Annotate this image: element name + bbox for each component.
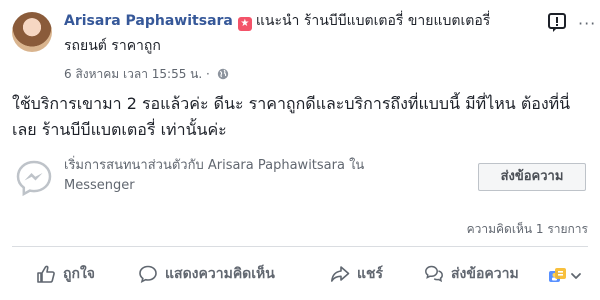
post-meta: 6 สิงหาคม เวลา 15:55 น. · xyxy=(64,66,229,82)
send-message-action[interactable]: ส่งข้อความ xyxy=(424,258,519,290)
share-label: แชร์ xyxy=(357,266,384,282)
globe-icon[interactable] xyxy=(217,68,229,80)
recommend-star-icon: ★ xyxy=(237,17,252,31)
action-bar: ถูกใจ แสดงความคิดเห็น แชร์ ส่งข้อความ xyxy=(12,258,588,290)
author-avatar[interactable] xyxy=(12,12,52,52)
comment-count-link[interactable]: ความคิดเห็น 1 รายการ xyxy=(467,221,588,237)
messenger-prompt-line: เริ่มการสนทนาส่วนตัวกับ Arisara Paphawit… xyxy=(64,158,365,173)
post-body: ใช้บริการเขามา 2 รอแล้วค่ะ ดีนะ ราคาถูกด… xyxy=(12,91,592,143)
message-label: ส่งข้อความ xyxy=(451,266,519,282)
meta-separator: · xyxy=(206,67,210,81)
post-header: Arisara Paphawitsara ★ แนะนำ ร้านบีบีแบตเต… xyxy=(64,11,544,31)
recommendation-post: Arisara Paphawitsara ★ แนะนำ ร้านบีบีแบตเต… xyxy=(0,0,600,300)
audience-selector-icon[interactable] xyxy=(548,266,584,286)
messenger-prompt: เริ่มการสนทนาส่วนตัวกับ Arisara Paphawit… xyxy=(12,150,588,210)
page-name-continuation[interactable]: รถยนต์ ราคาถูก xyxy=(64,36,161,56)
author-name-link[interactable]: Arisara Paphawitsara xyxy=(64,13,233,29)
like-label: ถูกใจ xyxy=(63,266,95,282)
divider xyxy=(12,246,588,247)
more-options-icon[interactable]: ··· xyxy=(578,16,596,32)
message-icon xyxy=(425,265,443,283)
messenger-prompt-text: เริ่มการสนทนาส่วนตัวกับ Arisara Paphawit… xyxy=(64,156,424,196)
share-arrow-icon xyxy=(331,266,350,282)
post-body-line: ใช้บริการเขามา 2 รอแล้วค่ะ ดีนะ ราคาถูกด… xyxy=(12,94,571,113)
comment-button[interactable]: แสดงความคิดเห็น xyxy=(138,258,275,290)
comment-bubble-icon xyxy=(139,265,157,284)
messenger-prompt-line: Messenger xyxy=(64,178,135,193)
post-body-line: เลย ร้านบีบีแบตเตอรี่ เท่านั้นค่ะ xyxy=(12,120,227,139)
report-flag-icon[interactable] xyxy=(546,11,568,33)
share-button[interactable]: แชร์ xyxy=(330,258,383,290)
comment-label: แสดงความคิดเห็น xyxy=(165,266,275,282)
recommend-text[interactable]: แนะนำ ร้านบีบีแบตเตอรี่ ขายแบตเตอรี่ xyxy=(256,13,490,29)
send-message-button[interactable]: ส่งข้อความ xyxy=(478,163,586,191)
post-timestamp[interactable]: 6 สิงหาคม เวลา 15:55 น. xyxy=(64,67,202,81)
like-button[interactable]: ถูกใจ xyxy=(36,258,95,290)
messenger-icon xyxy=(16,160,52,197)
thumbs-up-icon xyxy=(37,265,55,283)
